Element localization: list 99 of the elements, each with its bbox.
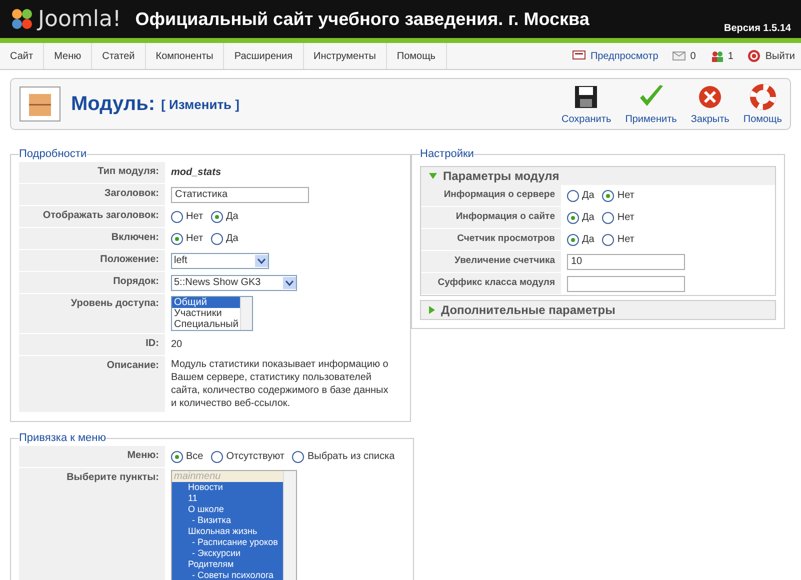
field-label: Включен: [19,228,165,249]
chevron-down-icon [283,276,296,288]
panel-legend: Настройки [420,148,474,160]
list-option[interactable]: Родителям [172,559,283,570]
text-field[interactable]: 10 [567,254,685,270]
radio-label: Нет [186,211,204,222]
field-label: Информация о сайте [421,207,561,228]
radio-button[interactable] [171,450,183,462]
radio-label: Нет [617,212,634,223]
list-option[interactable]: Специальный [172,319,240,330]
radio-button[interactable] [292,450,304,462]
dropdown[interactable]: 5::News Show GK3 [171,274,297,290]
list-option[interactable]: - Экскурсии [172,548,283,559]
radio-label: Да [582,190,594,201]
edit-subtitle: [ Изменить ] [161,96,240,112]
scrollbar [240,297,252,330]
radio-label: Нет [186,233,204,244]
radio-label: Да [226,211,238,222]
radio-label: Отсутствуют [226,451,284,462]
status-count: 1 [728,50,734,62]
list-option[interactable]: 11 [172,493,283,504]
section-header[interactable]: Параметры модуля [421,167,775,185]
radio-label: Выбрать из списка [307,451,395,462]
radio-label: Нет [617,190,634,201]
field-label: Счетчик просмотров [421,229,561,250]
menu-item[interactable]: Меню [44,43,92,69]
menu-item[interactable]: Расширения [224,43,304,69]
triangle-down-icon [429,173,437,179]
list-option[interactable]: Школьная жизнь [172,526,283,537]
list-option[interactable]: - Советы психолога [172,570,283,580]
toolbar-button[interactable]: Сохранить [561,83,612,125]
field-label: Заголовок: [19,184,165,205]
status-count: 0 [690,50,696,62]
version-text: Версия 1.5.14 [724,23,791,34]
toolbar-button[interactable]: Применить [625,83,677,125]
radio-button[interactable] [602,190,614,202]
status-link[interactable]: Предпросмотр [590,50,658,62]
radio-button[interactable] [211,232,224,244]
list-option[interactable]: Участники [172,308,240,319]
field-value: mod_stats [171,167,222,178]
envelope-icon [672,49,686,63]
field-label: ID: [19,334,165,355]
chevron-down-icon [255,254,268,266]
field-label: Описание: [19,356,165,412]
lifebuoy-icon [748,83,777,111]
radio-label: Да [582,234,594,245]
users-icon [710,49,724,63]
menu-item[interactable]: Инструменты [304,43,387,69]
radio-button[interactable] [602,234,614,246]
field-label: Увеличение счетчика [421,251,561,272]
panel-legend: Подробности [19,148,87,160]
field-value: 20 [171,339,182,350]
module-boxes-icon [19,86,61,122]
menu-item[interactable]: Помощь [386,43,447,69]
list-option[interactable]: - Визитка [172,515,283,526]
menu-item[interactable]: Компоненты [146,43,224,69]
field-label: Уровень доступа: [19,294,165,333]
description-text: Модуль статистики показывает информацию о Вашем сервере, статистику пользователей сайта, количество содержимого в базе данных и количество веб-ссылок. [171,358,390,410]
field-label: Отображать заголовок: [19,206,165,227]
radio-button[interactable] [567,212,579,224]
radio-label: Все [186,451,204,462]
status-link[interactable]: Выйти [765,50,795,62]
radio-button[interactable] [602,212,614,224]
flower-logo-icon [10,7,34,31]
list-option[interactable]: - Расписание уроков [172,537,283,548]
radio-button[interactable] [567,234,579,246]
dropdown[interactable]: left [171,252,269,268]
radio-button[interactable] [567,190,579,202]
list-option[interactable]: Общий [172,297,240,308]
radio-label: Да [226,233,238,244]
toolbar-button[interactable]: Закрыть [690,83,730,125]
radio-button[interactable] [211,210,224,222]
panel-legend: Привязка к меню [19,432,106,444]
list-group-header: mainmenu [172,471,283,482]
field-label: Тип модуля: [19,162,165,183]
section-header[interactable]: Дополнительные параметры [421,301,775,319]
radio-button[interactable] [211,450,224,462]
field-label: Положение: [19,250,165,271]
text-field[interactable]: Статистика [171,186,309,202]
triangle-right-icon [429,306,435,314]
field-label: Меню: [19,446,165,467]
menu-item[interactable]: Статей [92,43,146,69]
list-option[interactable]: О школе [172,504,283,515]
radio-label: Да [582,212,594,223]
toolbar-button[interactable]: Помощь [743,83,782,125]
field-label: Выберите пункты: [19,468,165,580]
radio-button[interactable] [171,232,183,244]
menu-item[interactable]: Сайт [0,43,44,69]
field-label: Информация о сервере [421,185,561,206]
page-title: Модуль: [71,92,156,116]
radio-button[interactable] [171,210,183,222]
field-label: Суффикс класса модуля [421,273,561,294]
site-title: Официальный сайт учебного заведения. г. Москва [135,8,590,30]
list-option[interactable]: Новости [172,482,283,493]
logo-text: Joomla! [38,6,122,32]
power-icon [747,49,762,63]
radio-label: Нет [617,234,634,245]
text-field[interactable] [567,276,685,292]
field-label: Порядок: [19,272,165,293]
